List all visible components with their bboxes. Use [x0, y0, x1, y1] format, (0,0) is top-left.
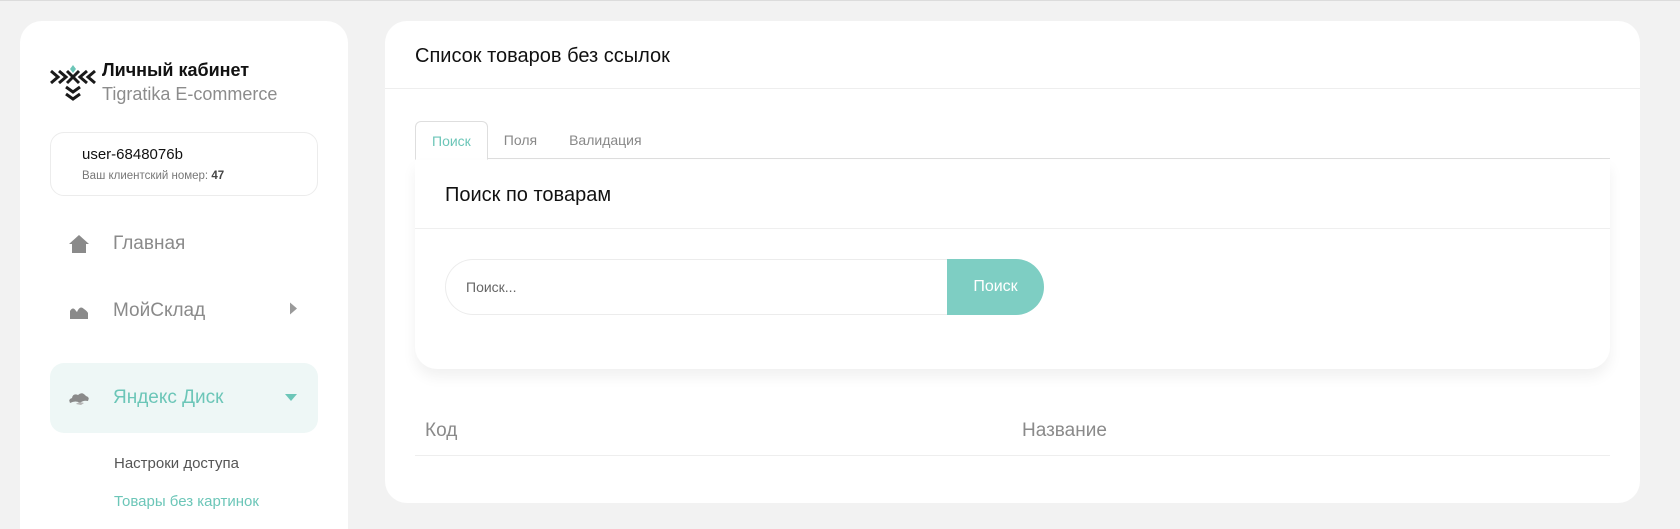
- main-header: Список товаров без ссылок: [385, 21, 1640, 89]
- home-icon: [67, 232, 91, 256]
- table-header: Код Название: [415, 406, 1610, 456]
- column-header-name[interactable]: Название: [1012, 406, 1107, 455]
- brand: Личный кабинет Tigratika E-commerce: [50, 59, 277, 107]
- sidebar: Личный кабинет Tigratika E-commerce user…: [20, 21, 348, 529]
- nav-label: Яндекс Диск: [113, 387, 224, 408]
- client-number-label: Ваш клиентский номер:: [82, 170, 209, 182]
- tab-search[interactable]: Поиск: [415, 121, 488, 160]
- search-row: Поиск: [445, 259, 1044, 315]
- nav-item-home[interactable]: Главная: [50, 209, 318, 279]
- tab-fields[interactable]: Поля: [488, 121, 553, 159]
- client-number-value: 47: [211, 170, 225, 182]
- nav-label: МойСклад: [113, 300, 206, 321]
- column-header-code[interactable]: Код: [415, 406, 1012, 455]
- sub-item-products-without-images[interactable]: Товары без картинок: [114, 493, 259, 510]
- main-card: Список товаров без ссылок Поиск Поля Вал…: [385, 21, 1640, 503]
- chevron-down-icon: [284, 389, 298, 407]
- sub-item-access-settings[interactable]: Настроки доступа: [114, 455, 239, 472]
- chevron-right-icon: [289, 302, 298, 321]
- nav-item-yandex-disk[interactable]: Яндекс Диск: [50, 363, 318, 433]
- user-card: user-6848076b Ваш клиентский номер: 47: [50, 132, 318, 196]
- search-card-header: Поиск по товарам: [415, 160, 1610, 229]
- tiger-logo-icon: [50, 65, 96, 101]
- warehouse-icon: [67, 299, 91, 323]
- page-title: Список товаров без ссылок: [415, 45, 670, 67]
- search-input[interactable]: [445, 259, 947, 315]
- search-card: Поиск по товарам Поиск: [415, 160, 1610, 369]
- nav-item-moysklad[interactable]: МойСклад: [50, 276, 318, 346]
- search-card-title: Поиск по товарам: [445, 184, 612, 206]
- client-number: Ваш клиентский номер: 47: [82, 170, 317, 182]
- nav-label: Главная: [113, 233, 186, 254]
- cloud-icon: [67, 386, 91, 410]
- search-button[interactable]: Поиск: [947, 259, 1044, 315]
- brand-subtitle: Tigratika E-commerce: [102, 84, 278, 104]
- tab-validation[interactable]: Валидация: [553, 121, 658, 159]
- user-name: user-6848076b: [82, 146, 183, 163]
- tabs: Поиск Поля Валидация: [415, 121, 1610, 160]
- brand-title: Личный кабинет: [102, 60, 250, 80]
